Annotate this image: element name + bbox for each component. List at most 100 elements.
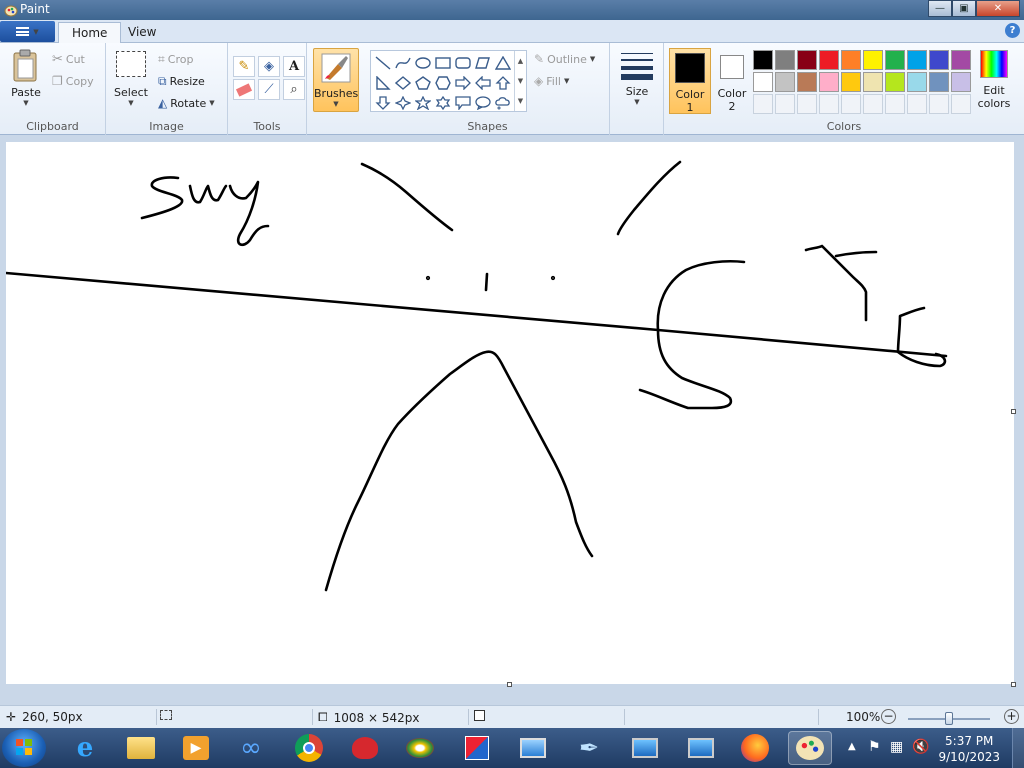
taskbar-app-red[interactable] — [346, 731, 384, 765]
taskbar-paint[interactable] — [788, 731, 832, 765]
palette-swatch[interactable] — [841, 72, 861, 92]
six-point-star-shape[interactable] — [433, 93, 453, 112]
custom-color-slot[interactable] — [907, 94, 927, 114]
taskbar-firefox[interactable] — [736, 731, 774, 765]
select-button[interactable]: Select ▼ — [112, 51, 150, 107]
canvas-resize-handle-corner[interactable] — [1011, 682, 1016, 687]
canvas-resize-handle-right[interactable] — [1011, 409, 1016, 414]
custom-color-slot[interactable] — [797, 94, 817, 114]
shapes-scrollbar[interactable]: ▲ ▼ ▼ — [514, 51, 526, 111]
palette-swatch[interactable] — [797, 72, 817, 92]
five-point-star-shape[interactable] — [413, 93, 433, 112]
custom-color-slot[interactable] — [951, 94, 971, 114]
taskbar-app-colorful[interactable] — [401, 731, 439, 765]
custom-color-slot[interactable] — [929, 94, 949, 114]
palette-swatch[interactable] — [907, 72, 927, 92]
size-button[interactable]: Size ▼ — [616, 50, 658, 106]
taskbar-media-player[interactable]: ▶ — [177, 731, 215, 765]
palette-swatch[interactable] — [753, 72, 773, 92]
palette-swatch[interactable] — [885, 50, 905, 70]
palette-swatch[interactable] — [951, 72, 971, 92]
palette-swatch[interactable] — [885, 72, 905, 92]
palette-swatch[interactable] — [841, 50, 861, 70]
tab-home[interactable]: Home — [58, 22, 122, 43]
cloud-callout-shape[interactable] — [493, 93, 513, 112]
taskbar-chrome[interactable] — [290, 731, 328, 765]
eraser-tool[interactable] — [233, 79, 255, 100]
crop-button[interactable]: ⌗ Crop — [158, 52, 193, 67]
diamond-shape[interactable] — [393, 73, 413, 92]
line-shape[interactable] — [373, 53, 393, 72]
paste-button[interactable]: Paste ▼ — [6, 49, 46, 107]
zoom-in-button[interactable]: + — [1004, 709, 1019, 724]
polygon-shape[interactable] — [473, 53, 493, 72]
oval-callout-shape[interactable] — [473, 93, 493, 112]
clock[interactable]: 5:37 PM 9/10/2023 — [938, 733, 1000, 765]
palette-swatch[interactable] — [951, 50, 971, 70]
taskbar-app-monitor[interactable] — [514, 731, 552, 765]
taskbar-app-infinity[interactable]: ∞ — [232, 731, 270, 765]
custom-color-slot[interactable] — [819, 94, 839, 114]
palette-swatch[interactable] — [819, 72, 839, 92]
edit-colors-button[interactable]: Edit colors — [976, 50, 1012, 110]
palette-swatch[interactable] — [775, 72, 795, 92]
taskbar-app-pen[interactable]: ✒ — [570, 731, 608, 765]
palette-swatch[interactable] — [819, 50, 839, 70]
custom-color-slot[interactable] — [863, 94, 883, 114]
down-arrow-shape[interactable] — [373, 93, 393, 112]
rotate-button[interactable]: ◭ Rotate ▼ — [158, 96, 215, 110]
palette-swatch[interactable] — [929, 50, 949, 70]
tray-expand-icon[interactable]: ▲ — [848, 741, 856, 752]
magnifier-tool[interactable]: ⌕ — [283, 79, 305, 100]
fill-tool[interactable]: ◈ — [258, 56, 280, 77]
network-icon[interactable]: ▦ — [890, 739, 903, 755]
pencil-tool[interactable]: ✎ — [233, 56, 255, 77]
zoom-out-button[interactable]: − — [881, 709, 896, 724]
text-tool[interactable]: A — [283, 56, 305, 77]
custom-color-slot[interactable] — [885, 94, 905, 114]
palette-swatch[interactable] — [753, 50, 773, 70]
curve-shape[interactable] — [393, 53, 413, 72]
paint-menu-button[interactable]: ▼ — [0, 21, 55, 42]
right-triangle-shape[interactable] — [373, 73, 393, 92]
taskbar-internet-explorer[interactable]: e — [66, 731, 104, 765]
cut-button[interactable]: ✂ Cut — [52, 52, 85, 67]
left-arrow-shape[interactable] — [473, 73, 493, 92]
taskbar-app-network[interactable] — [682, 731, 720, 765]
start-button[interactable] — [2, 729, 46, 767]
pentagon-shape[interactable] — [413, 73, 433, 92]
zoom-slider-thumb[interactable] — [945, 712, 953, 725]
maximize-button[interactable]: ▣ — [952, 0, 976, 17]
canvas-resize-handle-bottom[interactable] — [507, 682, 512, 687]
custom-color-slot[interactable] — [775, 94, 795, 114]
custom-color-slot[interactable] — [841, 94, 861, 114]
four-point-star-shape[interactable] — [393, 93, 413, 112]
outline-button[interactable]: ✎ Outline ▼ — [534, 52, 595, 66]
minimize-button[interactable]: — — [928, 0, 952, 17]
fill-button[interactable]: ◈ Fill ▼ — [534, 74, 569, 88]
triangle-shape[interactable] — [493, 53, 513, 72]
rounded-rectangle-shape[interactable] — [453, 53, 473, 72]
custom-color-slot[interactable] — [753, 94, 773, 114]
hexagon-shape[interactable] — [433, 73, 453, 92]
palette-swatch[interactable] — [775, 50, 795, 70]
rectangular-callout-shape[interactable] — [453, 93, 473, 112]
resize-button[interactable]: ⧉ Resize — [158, 74, 205, 89]
palette-swatch[interactable] — [863, 50, 883, 70]
oval-shape[interactable] — [413, 53, 433, 72]
taskbar-app-cubes[interactable] — [458, 731, 496, 765]
palette-swatch[interactable] — [797, 50, 817, 70]
copy-button[interactable]: ❐ Copy — [52, 74, 94, 88]
rectangle-shape[interactable] — [433, 53, 453, 72]
color-picker-tool[interactable]: ⟋ — [258, 79, 280, 100]
close-button[interactable]: ✕ — [976, 0, 1020, 17]
right-arrow-shape[interactable] — [453, 73, 473, 92]
help-icon[interactable]: ? — [1005, 23, 1020, 38]
palette-swatch[interactable] — [929, 72, 949, 92]
tab-view[interactable]: View — [115, 22, 169, 43]
palette-swatch[interactable] — [907, 50, 927, 70]
zoom-slider[interactable] — [898, 711, 996, 725]
show-desktop-button[interactable] — [1012, 728, 1024, 768]
taskbar-file-explorer[interactable] — [122, 731, 160, 765]
palette-swatch[interactable] — [863, 72, 883, 92]
